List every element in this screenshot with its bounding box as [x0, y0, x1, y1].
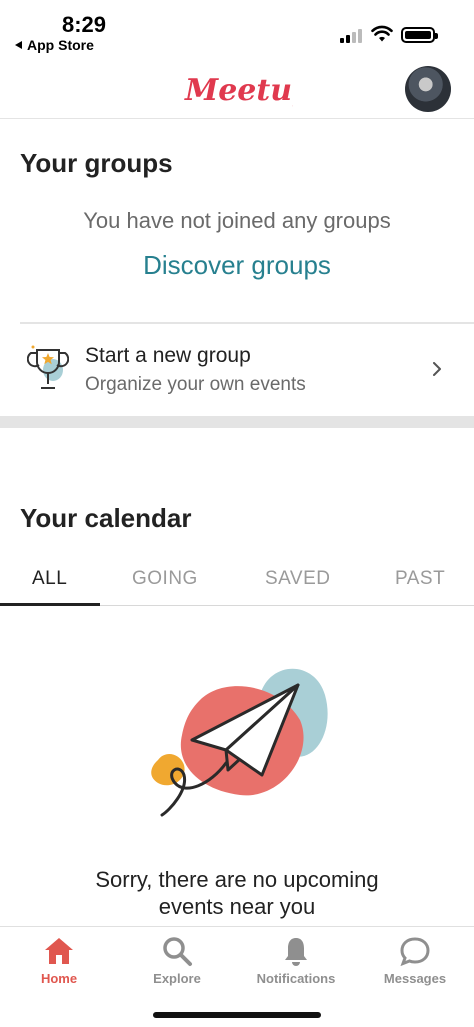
- nav-messages-label: Messages: [383, 971, 447, 986]
- tab-going[interactable]: GOING: [132, 568, 198, 590]
- calendar-tabs: ALL GOING SAVED PAST: [0, 560, 474, 606]
- tab-all[interactable]: ALL: [32, 568, 67, 590]
- meetup-logo[interactable]: Meetup: [183, 70, 293, 110]
- start-new-group-row[interactable]: Start a new group Organize your own even…: [0, 324, 474, 416]
- section-divider: [0, 416, 474, 428]
- status-bar: 8:29 App Store: [0, 0, 474, 58]
- chevron-right-icon: [433, 362, 441, 376]
- trophy-icon: [27, 345, 69, 389]
- no-groups-message: You have not joined any groups: [83, 208, 391, 233]
- status-time: 8:29: [62, 12, 107, 37]
- active-tab-indicator: [0, 603, 100, 606]
- tab-saved[interactable]: SAVED: [265, 568, 331, 590]
- svg-text:Meetup: Meetup: [184, 73, 293, 108]
- home-icon: [45, 938, 73, 964]
- nav-notifications-label: Notifications: [256, 971, 336, 986]
- chat-bubble-icon: [400, 937, 430, 967]
- nav-explore[interactable]: Explore: [118, 927, 236, 997]
- back-arrow-icon: [15, 41, 22, 49]
- tab-past[interactable]: PAST: [395, 568, 445, 590]
- nav-messages[interactable]: Messages: [356, 927, 474, 997]
- home-indicator: [153, 1012, 321, 1018]
- bell-icon: [285, 938, 307, 966]
- nav-home[interactable]: Home: [0, 927, 118, 997]
- your-groups-title: Your groups: [20, 148, 173, 178]
- bottom-nav: Home Explore Notifications Messages: [0, 926, 474, 1027]
- your-calendar-title: Your calendar: [20, 503, 192, 533]
- back-label: App Store: [27, 37, 94, 53]
- back-to-app-store-button[interactable]: App Store: [15, 37, 94, 53]
- nav-home-label: Home: [40, 971, 78, 986]
- profile-avatar[interactable]: [405, 66, 451, 112]
- app-header: Meetup: [0, 58, 474, 119]
- nav-notifications[interactable]: Notifications: [237, 927, 355, 997]
- no-events-line-2: events near you: [158, 894, 316, 919]
- nav-explore-label: Explore: [153, 971, 201, 986]
- cellular-signal-icon: [340, 27, 364, 43]
- no-events-line-1: Sorry, there are no upcoming: [95, 867, 379, 892]
- no-events-message: Sorry, there are no upcoming events near…: [0, 866, 474, 920]
- new-group-subtitle: Organize your own events: [85, 374, 306, 395]
- discover-groups-link[interactable]: Discover groups: [0, 250, 474, 281]
- new-group-title: Start a new group: [85, 344, 251, 367]
- paper-plane-illustration: [151, 668, 328, 817]
- search-icon: [163, 937, 192, 966]
- wifi-icon: [371, 25, 393, 42]
- battery-icon: [401, 27, 438, 43]
